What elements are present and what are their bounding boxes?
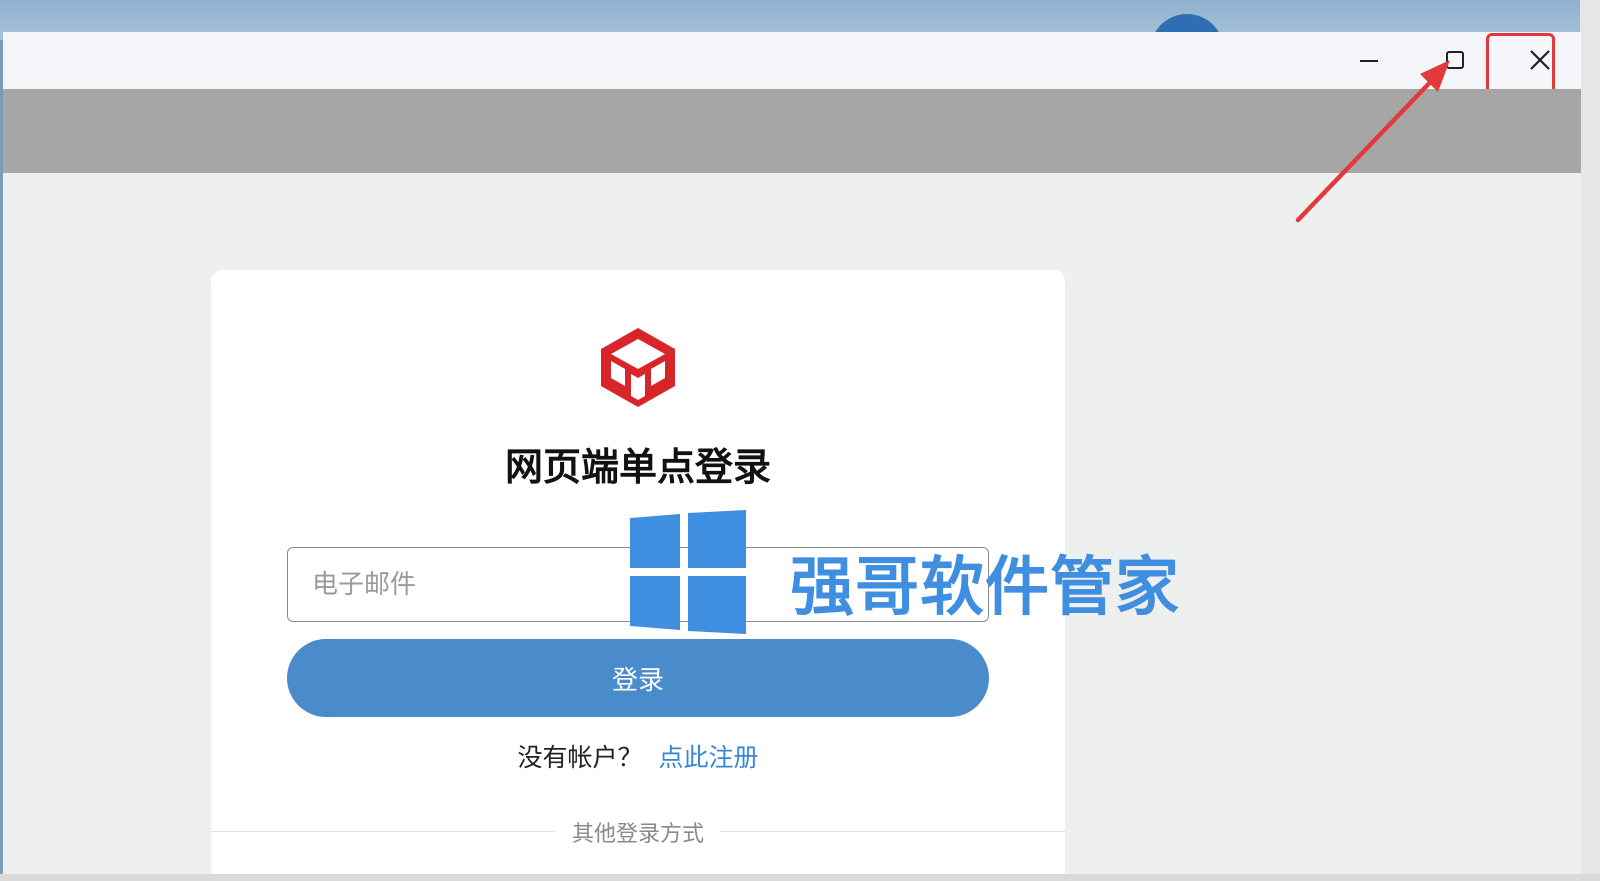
background-bottom-edge [0, 874, 1600, 881]
login-button[interactable]: 登录 [287, 639, 989, 717]
other-login-divider: 其他登录方式 [211, 816, 1065, 847]
close-button-highlight [1486, 33, 1555, 95]
signup-link[interactable]: 点此注册 [659, 743, 759, 772]
watermark-text: 强哥软件管家 [790, 551, 1180, 625]
signup-row: 没有帐户？ 点此注册 [211, 738, 1065, 774]
arrow-icon [1295, 60, 1450, 223]
divider-line [721, 831, 1065, 832]
other-login-label: 其他登录方式 [571, 822, 704, 847]
page-title: 网页端单点登录 [504, 445, 771, 489]
cube-m-logo-icon [601, 328, 675, 407]
divider-line [211, 831, 555, 832]
windows-logo-icon [630, 510, 746, 634]
background-panel-edge [1580, 0, 1600, 881]
no-account-text: 没有帐户？ [517, 743, 643, 772]
